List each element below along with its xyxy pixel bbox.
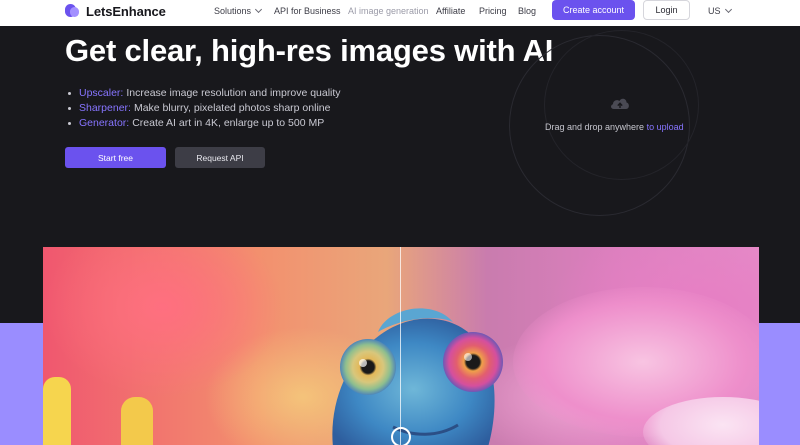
nav-solutions[interactable]: Solutions bbox=[214, 5, 263, 16]
chameleon-image bbox=[332, 308, 503, 445]
hero-title: Get clear, high-res images with AI bbox=[65, 33, 554, 68]
drop-instructions: Drag and drop anywhere to upload bbox=[545, 122, 684, 132]
language-selector[interactable]: US bbox=[708, 5, 732, 16]
drop-text: Drag and drop anywhere bbox=[545, 122, 645, 132]
feature-text: Make blurry, pixelated photos sharp onli… bbox=[133, 102, 331, 114]
language-label: US bbox=[708, 6, 721, 16]
nav-affiliate[interactable]: Affiliate bbox=[436, 6, 465, 16]
bullet-icon bbox=[68, 122, 71, 125]
chevron-down-icon bbox=[254, 5, 263, 14]
bullet-icon bbox=[68, 92, 71, 95]
nav-pricing[interactable]: Pricing bbox=[479, 6, 507, 16]
brand-name: LetsEnhance bbox=[86, 3, 166, 19]
request-api-button[interactable]: Request API bbox=[175, 147, 265, 168]
feature-upscaler: Upscaler: Increase image resolution and … bbox=[68, 86, 341, 101]
nav-blog[interactable]: Blog bbox=[518, 6, 536, 16]
flower-stamen bbox=[43, 377, 71, 445]
feature-text: Create AI art in 4K, enlarge up to 500 M… bbox=[132, 117, 325, 129]
feature-key[interactable]: Generator: bbox=[79, 116, 129, 131]
bullet-icon bbox=[68, 107, 71, 110]
upload-link[interactable]: to upload bbox=[647, 122, 684, 132]
cloud-upload-icon bbox=[611, 98, 629, 109]
nav-ai-image-generation[interactable]: AI image generation bbox=[348, 6, 429, 16]
start-free-button[interactable]: Start free bbox=[65, 147, 166, 168]
before-after-showcase[interactable] bbox=[43, 247, 759, 445]
create-account-button[interactable]: Create account bbox=[552, 0, 635, 20]
nav-solutions-label: Solutions bbox=[214, 6, 252, 16]
feature-list: Upscaler: Increase image resolution and … bbox=[68, 86, 341, 131]
brand-logo-icon bbox=[65, 3, 81, 19]
brand-logo[interactable]: LetsEnhance bbox=[65, 3, 166, 19]
chevron-down-icon bbox=[724, 5, 732, 14]
top-navigation: LetsEnhance Solutions API for Business A… bbox=[0, 0, 800, 26]
feature-sharpener: Sharpener: Make blurry, pixelated photos… bbox=[68, 101, 341, 116]
feature-key[interactable]: Sharpener: bbox=[79, 101, 131, 116]
feature-text: Increase image resolution and improve qu… bbox=[126, 87, 341, 99]
nav-api-for-business[interactable]: API for Business bbox=[274, 6, 341, 16]
comparison-slider-handle[interactable] bbox=[391, 427, 411, 445]
feature-key[interactable]: Upscaler: bbox=[79, 86, 123, 101]
login-button[interactable]: Login bbox=[643, 0, 690, 20]
flower-stamen bbox=[121, 397, 153, 445]
feature-generator: Generator: Create AI art in 4K, enlarge … bbox=[68, 116, 341, 131]
comparison-divider[interactable] bbox=[400, 247, 401, 445]
